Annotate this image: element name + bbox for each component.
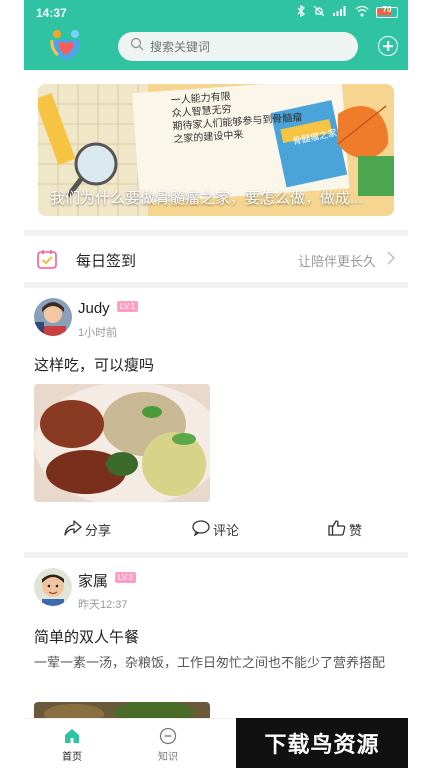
add-post-button[interactable] [378,36,398,56]
banner-caption: 我们为什么要做骨髓瘤之家，要怎么做，做成... [50,190,363,207]
nav-item-knowledge[interactable]: 知识 [138,727,198,763]
daily-signin-row[interactable]: 每日签到 让陪伴更长久 [24,236,408,282]
comment-button[interactable]: 评论 [192,520,239,539]
mute-icon [313,5,325,20]
nav-item-home[interactable]: 首页 [42,727,102,763]
signin-title: 每日签到 [76,253,137,270]
post-username[interactable]: Judy [78,300,110,317]
post-time: 昨天12:37 [78,599,128,611]
chevron-right-icon [384,251,398,265]
knowledge-icon [159,727,177,745]
post-actions: 分享 评论 赞 [24,516,408,546]
level-badge: LV.2 [115,572,137,583]
status-icons: 70 [297,4,398,20]
comment-icon [192,520,210,539]
app-frame: 14:37 70 搜索关键词 一人能力有限 众人智慧无穷 期待家人们能够参与到骨… [24,0,408,768]
post-card[interactable]: Judy LV.1 1小时前 这样吃，可以瘦吗 分享 评论 赞 [24,290,408,552]
signin-subtitle: 让陪伴更长久 [297,254,376,269]
avatar[interactable] [34,298,72,336]
battery-icon: 70 [376,5,398,18]
watermark-logo: 下载鸟资源 [236,718,408,768]
search-bar[interactable] [118,32,358,61]
search-input[interactable] [150,39,340,54]
app-logo[interactable] [48,27,84,63]
search-icon [130,37,144,56]
post-card[interactable]: 家属 LV.2 昨天12:37 简单的双人午餐 一荤一素一汤，杂粮饭，工作日匆忙… [24,560,408,722]
status-bar: 14:37 70 [24,0,408,26]
section-divider [24,282,408,288]
status-time: 14:37 [36,6,67,20]
banner-carousel[interactable]: 一人能力有限 众人智慧无穷 期待家人们能够参与到骨髓瘤 之家的建设中来 骨髓瘤之… [38,84,394,216]
post-title[interactable]: 这样吃，可以瘦吗 [34,354,154,375]
section-divider [24,552,408,558]
share-icon [64,520,82,539]
calendar-check-icon [36,248,58,270]
bluetooth-icon [297,4,306,20]
top-bar: 14:37 70 [24,0,408,70]
home-icon [63,727,81,745]
post-time: 1小时前 [78,327,118,339]
avatar[interactable] [34,568,72,606]
like-button[interactable]: 赞 [328,520,362,539]
banner-poster-text: 一人能力有限 众人智慧无穷 期待家人们能够参与到骨髓瘤 之家的建设中来 [170,91,303,146]
thumbs-up-icon [328,520,346,539]
wifi-icon [355,5,369,20]
share-button[interactable]: 分享 [64,520,111,539]
post-username[interactable]: 家属 [78,570,108,591]
signal-icon [332,5,348,20]
post-title[interactable]: 简单的双人午餐 [34,626,139,647]
level-badge: LV.1 [117,301,139,312]
post-photo[interactable] [34,384,210,502]
post-body: 一荤一素一汤，杂粮饭，工作日匆忙之间也不能少了营养搭配 [34,655,386,670]
